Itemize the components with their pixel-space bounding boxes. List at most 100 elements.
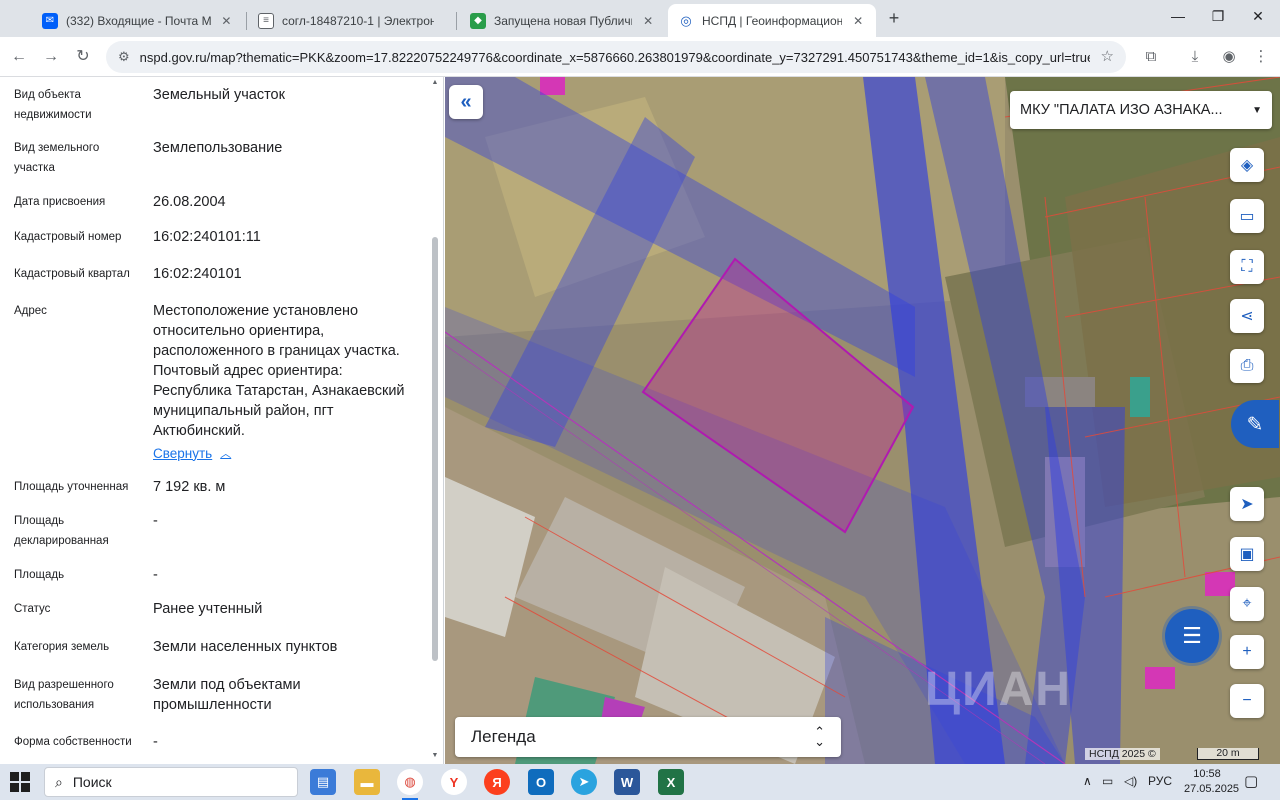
field-value: - [153,513,158,529]
scroll-thumb[interactable] [432,237,438,661]
reload-button[interactable]: ↻ [72,46,94,68]
language-indicator[interactable]: РУС [1148,774,1172,788]
pen-icon: ✎ [1246,413,1264,436]
share-icon: ⋖ [1240,308,1254,325]
volume-icon[interactable]: ◁) [1124,774,1137,788]
minimap-icon: ▣ [1239,546,1255,563]
clock-time: 10:58 [1193,768,1221,780]
zoom-in-button[interactable]: + [1230,635,1264,669]
nspd-icon: ◎ [678,12,694,29]
extensions-icon[interactable]: ⧉ [1140,46,1162,68]
close-window-icon[interactable]: ✕ [1248,8,1268,25]
watermark: ЦИАН [925,663,1072,716]
zoom-out-button[interactable]: − [1230,684,1264,718]
search-location-button[interactable]: ⌖ [1230,587,1264,621]
field-value[interactable]: 16:02:240101 [153,264,423,284]
taskbar-chrome-icon[interactable]: ◍ [397,769,423,800]
taskbar-word-icon[interactable]: W [614,769,640,795]
field-label: Адрес [14,305,47,317]
plus-icon: + [1242,643,1252,660]
restore-icon[interactable]: ❐ [1208,8,1228,25]
select-area-icon: ⛶ [1241,258,1253,275]
collapse-address-link[interactable]: Свернуть ︿ [153,445,231,461]
taskbar-yandex-icon[interactable]: Я [484,769,510,795]
address-bar[interactable]: ⚙ nspd.gov.ru/map?thematic=PKK&zoom=17.8… [106,41,1126,73]
chat-button[interactable]: ☰ [1165,609,1219,663]
profile-icon[interactable]: ◉ [1218,46,1240,68]
site-info-icon[interactable]: ⚙ [118,49,130,65]
tab-divider [246,12,247,30]
minimap-button[interactable]: ▣ [1230,537,1264,571]
panel-scrollbar[interactable]: ▲ ▼ [430,77,440,764]
windows-taskbar: ⌕ Поиск ▤ ▬ ◍ Y Я O ➤ W X ∧ ▭ ◁) РУС 10:… [0,764,1280,800]
collapse-label: Свернуть [153,445,213,461]
printer-icon: ⎙ [1240,357,1254,374]
field-value: Земельный участок [153,87,285,103]
field-label: Вид объекта недвижимости [14,89,92,121]
close-icon[interactable]: ✕ [850,14,866,28]
print-button[interactable]: ⎙ [1230,349,1264,383]
field-value: Ранее учтенный [153,601,263,617]
taskbar-explorer-icon[interactable]: ▬ [354,769,380,795]
taskbar-clock[interactable]: 10:58 27.05.2025 [1184,767,1240,797]
legend-label: Легенда [471,727,536,746]
layers-button[interactable]: ◈ [1230,148,1264,182]
field-label: Форма собственности [14,736,132,748]
field-label: Вид земельного участка [14,142,100,174]
field-value: 7 192 кв. м [153,479,226,495]
download-icon[interactable]: ⤓ [1184,46,1206,68]
tab-document[interactable]: ≡ согл-18487210-1 | Электронно [248,4,448,37]
share-button[interactable]: ⋖ [1230,299,1264,333]
tab-pkk[interactable]: ◆ Запущена новая Публичная ка ✕ [460,4,666,37]
geolocate-button[interactable]: ➤ [1230,487,1264,521]
select-area-button[interactable]: ⛶ [1230,250,1264,284]
tab-mail[interactable]: ✉ (332) Входящие - Почта Mail ✕ [32,4,244,37]
clock-date: 27.05.2025 [1184,783,1240,795]
minimize-icon[interactable]: — [1168,8,1188,24]
tray-chevron-up-icon[interactable]: ∧ [1083,774,1092,788]
chevron-down-icon: ▼ [1252,104,1262,116]
taskbar-excel-icon[interactable]: X [658,769,684,795]
tab-title: НСПД | Геоинформационный [702,13,843,28]
navigation-arrow-icon: ➤ [1240,496,1254,513]
collapse-panel-button[interactable]: « [449,85,483,119]
tab-title: согл-18487210-1 | Электронно [282,13,434,28]
url-text: nspd.gov.ru/map?thematic=PKK&zoom=17.822… [139,49,1090,65]
expand-arrows-icon: ⌃ ⌄ [814,724,825,749]
network-icon[interactable]: ▭ [1102,774,1113,788]
windows-start-icon[interactable] [10,772,30,792]
tab-title: Запущена новая Публичная ка [494,13,632,28]
menu-icon[interactable]: ⋮ [1250,46,1272,68]
taskbar-telegram-icon[interactable]: ➤ [571,769,597,795]
tab-divider [456,12,457,30]
taskbar-search[interactable]: ⌕ Поиск [44,767,298,797]
close-icon[interactable]: ✕ [640,14,656,28]
field-value[interactable]: 16:02:240101:11 [153,227,423,247]
field-label: Вид разрешенного использования [14,679,114,711]
taskbar-yandex-browser-icon[interactable]: Y [441,769,467,795]
taskbar-app-store-icon[interactable]: ▤ [310,769,336,795]
assistant-button[interactable]: ✎ [1231,400,1279,448]
new-tab-button[interactable]: + [884,8,904,29]
layer-select-value: МКУ "ПАЛАТА ИЗО АЗНАКА... [1020,102,1223,118]
field-label: Площадь [14,569,65,581]
legend-bar[interactable]: Легенда ⌃ ⌄ [455,717,841,757]
notifications-icon[interactable]: ▢ [1244,772,1258,790]
taskbar-outlook-icon[interactable]: O [528,769,554,795]
field-value: Землепользование [153,140,283,156]
scroll-down-arrow-icon[interactable]: ▼ [431,752,439,759]
layer-select[interactable]: МКУ "ПАЛАТА ИЗО АЗНАКА... ▼ [1010,91,1272,129]
chat-icon: ☰ [1182,623,1202,648]
forward-button[interactable]: → [40,46,62,68]
ruler-button[interactable]: ▭ [1230,199,1264,233]
pkk-icon: ◆ [470,12,486,29]
field-label: Статус [14,603,51,615]
close-icon[interactable]: ✕ [219,14,234,28]
mail-icon: ✉ [42,12,58,29]
browser-toolbar: ← → ↻ ⚙ nspd.gov.ru/map?thematic=PKK&zoo… [0,37,1280,77]
scroll-up-arrow-icon[interactable]: ▲ [431,79,439,86]
map-view[interactable]: ЦИАН « МКУ "ПАЛАТА ИЗО АЗНАКА... ▼ ◈ ▭ ⛶… [445,77,1280,764]
tab-nspd[interactable]: ◎ НСПД | Геоинформационный ✕ [668,4,876,37]
bookmark-star-icon[interactable]: ☆ [1101,47,1114,65]
back-button[interactable]: ← [8,46,30,68]
